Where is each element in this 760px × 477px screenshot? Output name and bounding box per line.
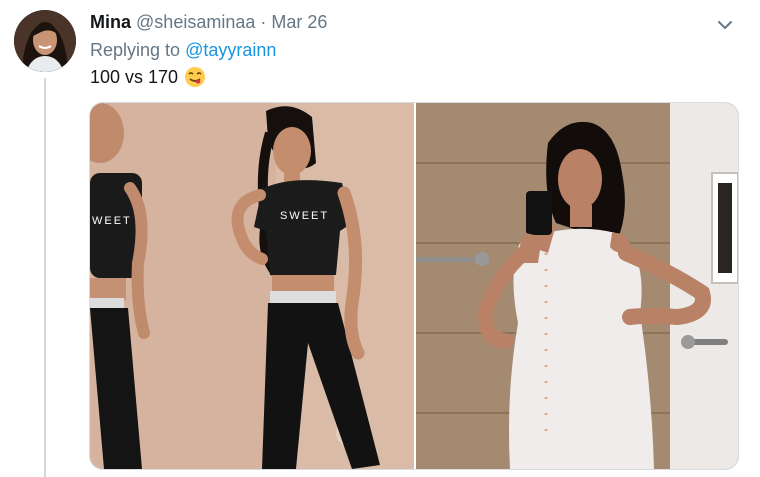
mention-link[interactable]: @tayyrainn — [185, 40, 276, 60]
shirt-text-front: SWEET — [280, 210, 329, 222]
photo-left-image: WEET SWEET — [90, 103, 414, 469]
replying-to-prefix: Replying to — [90, 40, 181, 60]
photo-right-image — [416, 103, 738, 469]
author-name[interactable]: Mina — [90, 12, 131, 32]
tweet-menu-button[interactable] — [712, 12, 738, 38]
thread-line — [44, 78, 46, 477]
photo-right[interactable] — [416, 103, 738, 469]
tweet-media[interactable]: WEET SWEET — [89, 102, 739, 470]
replying-to: Replying to @tayyrainn — [90, 40, 276, 61]
separator-dot: · — [260, 12, 267, 32]
tweet-header: Mina @sheisaminaa · Mar 26 — [90, 12, 327, 33]
tweet-date[interactable]: Mar 26 — [271, 12, 327, 32]
photo-left[interactable]: WEET SWEET — [90, 103, 414, 469]
avatar-image — [14, 10, 76, 72]
shirt-text-mirror: WEET — [92, 215, 132, 227]
tweet-body: 100 vs 170 — [90, 66, 179, 87]
chevron-down-icon — [718, 21, 732, 29]
author-handle[interactable]: @sheisaminaa — [136, 12, 255, 32]
yum-face-emoji-icon — [185, 67, 206, 87]
avatar[interactable] — [14, 10, 76, 72]
tweet-text: 100 vs 170 — [90, 66, 206, 88]
